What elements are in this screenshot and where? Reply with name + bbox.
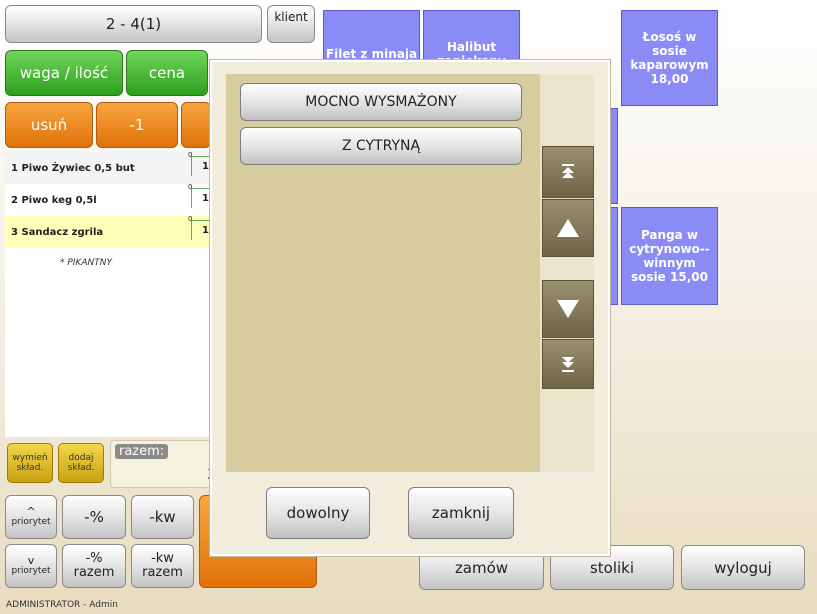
priority-up-button[interactable]: ^ priorytet: [5, 495, 57, 539]
priority-up-label: priorytet: [11, 517, 51, 527]
order-item-name: 3 Sandacz zgrila: [11, 226, 104, 238]
user-label: ADMINISTRATOR - Admin: [6, 600, 118, 610]
order-list: 1 Piwo Żywiec 0,5 but 0 1x 2 Piwo keg 0,5…: [5, 151, 226, 437]
modifier-option-1[interactable]: MOCNO WYSMAŻONY: [240, 83, 522, 121]
amount-discount-button[interactable]: -kw: [131, 495, 194, 539]
scroll-down-button[interactable]: [542, 280, 594, 338]
scroll-top-icon: [562, 164, 574, 178]
client-button[interactable]: klient: [267, 5, 315, 43]
order-row-1[interactable]: 1 Piwo Żywiec 0,5 but 0 1x: [5, 151, 226, 184]
qty-sup: 0: [188, 215, 193, 223]
action-button-partial[interactable]: [181, 102, 211, 148]
qty-sup: 0: [188, 183, 193, 191]
modifier-modal: MOCNO WYSMAŻONY Z CYTRYNĄ dowolny zamkni…: [210, 60, 610, 556]
scroll-bottom-icon: [562, 357, 574, 372]
order-item-name: 1 Piwo Żywiec 0,5 but: [11, 162, 135, 174]
weight-qty-button[interactable]: waga / ilość: [5, 50, 123, 96]
modifier-note: * PIKANTNY: [60, 258, 112, 268]
arrow-down-icon: [557, 300, 579, 318]
priority-down-button[interactable]: v priorytet: [5, 544, 57, 588]
order-row-3[interactable]: 3 Sandacz zgrila 0 1x: [5, 215, 226, 248]
minus-one-button[interactable]: -1: [96, 102, 178, 148]
order-item-name: 2 Piwo keg 0,5l: [11, 194, 97, 206]
percent-total-discount-button[interactable]: -% razem: [62, 544, 126, 588]
scroll-column: [540, 74, 594, 472]
any-button[interactable]: dowolny: [266, 487, 370, 539]
total-panel: razem: 3: [110, 440, 220, 488]
logout-button[interactable]: wyloguj: [681, 545, 805, 590]
close-button[interactable]: zamknij: [408, 487, 514, 539]
replace-ingredient-button[interactable]: wymień skład.: [7, 443, 53, 483]
priority-down-label: priorytet: [11, 566, 51, 576]
menu-tile-losos[interactable]: Łosoś w sosie kaparowym 18,00: [621, 10, 718, 106]
chevron-down-icon: v: [27, 554, 35, 567]
total-label: razem:: [115, 444, 169, 459]
amount-total-discount-button[interactable]: -kw razem: [131, 544, 194, 588]
qty-sup: 0: [188, 151, 193, 159]
scroll-up-button[interactable]: [542, 199, 594, 257]
price-button[interactable]: cena: [126, 50, 208, 96]
remove-button[interactable]: usuń: [5, 102, 93, 148]
order-row-2[interactable]: 2 Piwo keg 0,5l 0 1x: [5, 183, 226, 216]
scroll-bottom-button[interactable]: [542, 339, 594, 389]
table-number-button[interactable]: 2 - 4(1): [5, 5, 262, 43]
chevron-up-icon: ^: [26, 505, 36, 518]
modifier-option-2[interactable]: Z CYTRYNĄ: [240, 127, 522, 165]
menu-tile-panga[interactable]: Panga w cytrynowo--winnym sosie 15,00: [621, 207, 718, 305]
scroll-top-button[interactable]: [542, 146, 594, 198]
arrow-up-icon: [557, 219, 579, 237]
add-ingredient-button[interactable]: dodaj skład.: [58, 443, 104, 483]
percent-discount-button[interactable]: -%: [62, 495, 126, 539]
